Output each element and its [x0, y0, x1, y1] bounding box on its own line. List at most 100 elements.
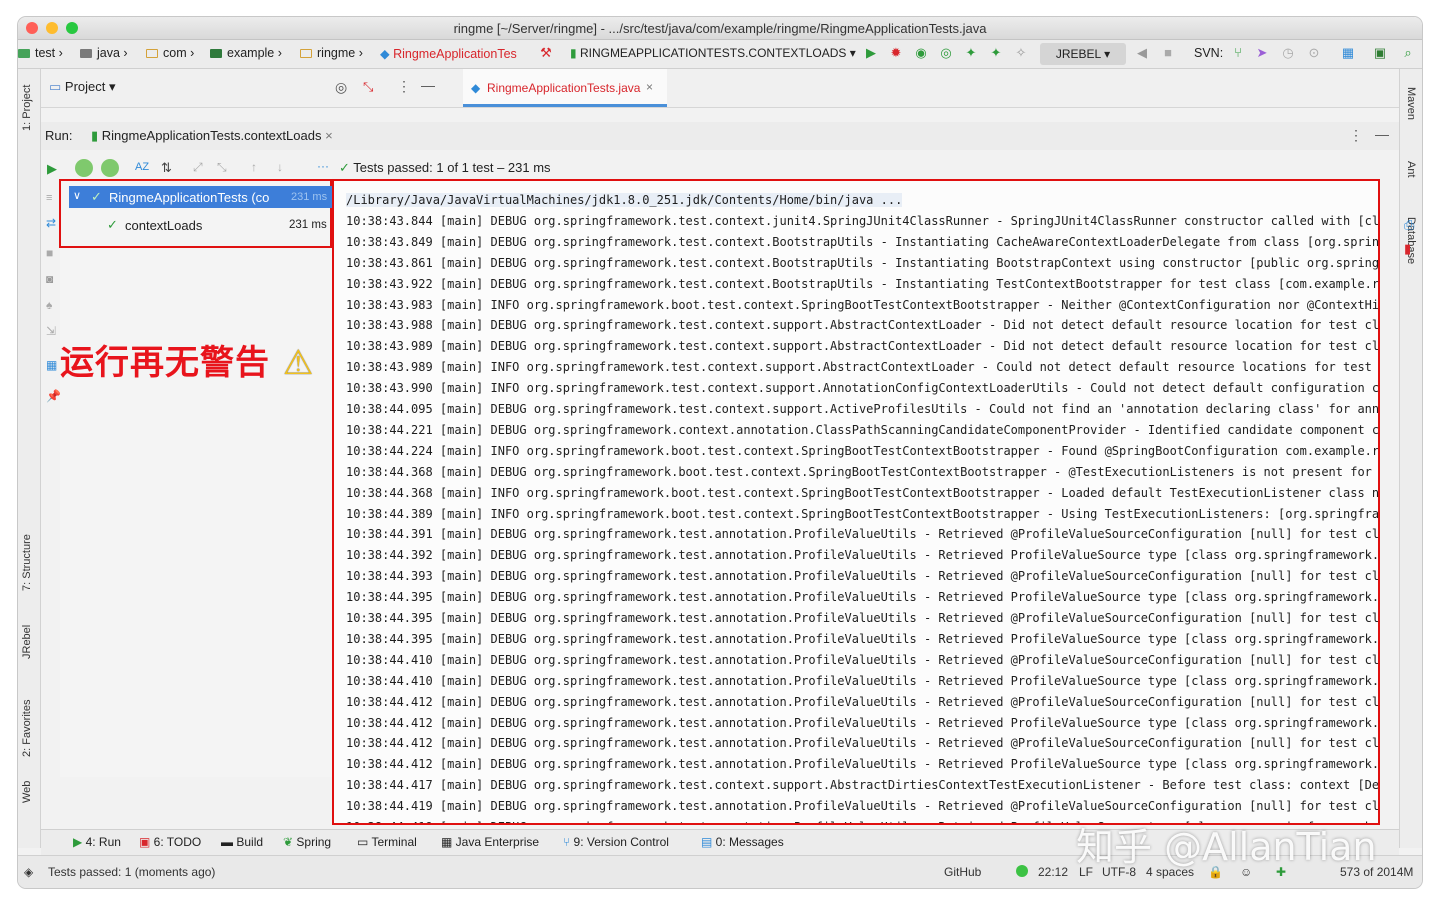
search-icon[interactable]: ⌕ — [1400, 45, 1416, 61]
tab-build[interactable]: ▬ Build — [221, 835, 263, 849]
run-configuration-selector[interactable]: ▮ RINGMEAPPLICATIONTESTS.CONTEXTLOADS ▾ — [570, 46, 856, 60]
structure-tool-tab[interactable]: 7: Structure — [21, 534, 33, 591]
sort-alpha-icon[interactable]: AZ — [135, 161, 149, 173]
expand-all-icon[interactable]: ⤢ — [193, 160, 203, 175]
tab-label: Java Enterprise — [455, 835, 540, 849]
run-hide-icon[interactable]: — — [1375, 126, 1389, 142]
attach-icon[interactable]: ✧ — [1013, 45, 1029, 61]
console-output[interactable]: /Library/Java/JavaVirtualMachines/jdk1.8… — [332, 179, 1380, 825]
terminal-icon[interactable]: ▣ — [1372, 45, 1388, 61]
close-run-tab-icon[interactable]: × — [325, 128, 333, 143]
toggle-auto-test-icon[interactable]: ≡ — [46, 192, 52, 204]
more-options-icon[interactable]: ⋮ — [397, 78, 411, 95]
jrebel-dropdown[interactable]: JREBEL ▾ — [1040, 43, 1126, 65]
sort-duration-icon[interactable]: ⇅ — [161, 160, 172, 176]
vcs-commit-icon[interactable]: ➤ — [1254, 45, 1270, 61]
breadcrumb-java[interactable]: java › — [80, 46, 128, 60]
status-message: Tests passed: 1 (moments ago) — [48, 865, 216, 879]
show-passed-icon[interactable] — [75, 159, 93, 177]
console-log-line: 10:38:43.922 [main] DEBUG org.springfram… — [346, 276, 1380, 291]
run-more-options-icon[interactable]: ⋮ — [1349, 127, 1363, 144]
console-log-line: 10:38:43.844 [main] DEBUG org.springfram… — [346, 213, 1380, 228]
project-structure-icon[interactable]: ▦ — [1340, 45, 1356, 61]
check-icon: ✓ — [339, 160, 354, 175]
package-icon — [210, 49, 222, 58]
revert-icon[interactable]: ⊙ — [1306, 45, 1322, 61]
console-log-line: 10:38:44.389 [main] INFO org.springframe… — [346, 506, 1380, 521]
breadcrumb-example[interactable]: example › — [210, 46, 282, 60]
breadcrumb-test[interactable]: test › — [18, 46, 63, 60]
more-icon[interactable]: ··· — [317, 159, 329, 173]
project-panel-header[interactable]: ▭ Project ▾ — [49, 79, 116, 95]
breadcrumb-ringme[interactable]: ringme › — [300, 46, 363, 60]
print-icon[interactable]: ⎙ — [1404, 217, 1414, 233]
collapse-icon[interactable]: ⤡ — [363, 79, 373, 95]
annotation-text: 运行再无警告 ⚠ — [60, 335, 314, 384]
tab-label: 6: TODO — [153, 835, 202, 849]
ant-tool-tab[interactable]: Ant — [1405, 161, 1417, 178]
project-tool-tab[interactable]: 1: Project — [21, 85, 33, 131]
tab-java-enterprise[interactable]: ▦ Java Enterprise — [441, 835, 539, 849]
show-ignored-icon[interactable] — [101, 159, 119, 177]
export-icon[interactable]: ⇲ — [46, 324, 56, 338]
github-button[interactable]: GitHub — [944, 865, 981, 879]
jrebel-debug-icon[interactable]: ✦ — [988, 45, 1004, 61]
run-config-tab[interactable]: ▮ RingmeApplicationTests.contextLoads × — [91, 128, 333, 144]
tree-row[interactable]: ✓ contextLoads 231 ms — [69, 214, 332, 236]
stop-run-icon[interactable]: ■ — [46, 246, 53, 260]
tab-terminal[interactable]: ▭ Terminal — [357, 835, 417, 849]
debug-icon[interactable]: ✹ — [888, 45, 904, 61]
tab-spring[interactable]: ❦ Spring — [283, 835, 331, 849]
history-icon[interactable]: ◷ — [1280, 45, 1296, 61]
build-icon: ▬ — [221, 835, 237, 849]
caret-position[interactable]: 22:12 — [1038, 865, 1068, 879]
chevron-down-icon[interactable]: ∨ — [73, 189, 81, 202]
breadcrumb-com[interactable]: com › — [146, 46, 194, 60]
breadcrumb-file[interactable]: ◆ RingmeApplicationTes — [380, 46, 517, 61]
jrebel-run-icon[interactable]: ✦ — [963, 45, 979, 61]
folder-icon — [80, 49, 92, 58]
folder-icon — [18, 49, 30, 58]
project-and-editor-tabs: ▭ Project ▾ ◎ ⤡ ⋮ — ◆ RingmeApplicationT… — [41, 69, 1399, 108]
next-failure-icon[interactable]: ↓ — [277, 160, 283, 174]
tab-messages[interactable]: ▤ 0: Messages — [701, 835, 784, 849]
close-tab-icon[interactable]: × — [646, 80, 653, 94]
previous-failure-icon[interactable]: ↑ — [251, 160, 257, 174]
restore-icon[interactable]: ♠ — [46, 298, 52, 312]
collapse-all-icon[interactable]: ⤡ — [217, 160, 227, 175]
editor-tab-ringmeapplicationtests[interactable]: ◆ RingmeApplicationTests.java × — [463, 69, 667, 107]
tab-run[interactable]: ▶ 4: Run — [73, 835, 121, 849]
rerun-failed-icon[interactable]: ⇄ — [46, 216, 56, 230]
profile-icon[interactable]: ◎ — [938, 45, 954, 61]
jrebel-tool-tab[interactable]: JRebel — [21, 625, 33, 659]
tree-row-selected[interactable]: ∨ ✓ RingmeApplicationTests (co 231 ms — [69, 186, 332, 208]
tab-version-control[interactable]: ⑂ 9: Version Control — [563, 835, 669, 849]
vcs-update-icon[interactable]: ⑂ — [1230, 45, 1246, 61]
hammer-icon[interactable]: ⚒ — [538, 45, 554, 61]
hide-panel-icon[interactable]: — — [421, 77, 435, 93]
console-log-line: 10:38:44.412 [main] DEBUG org.springfram… — [346, 694, 1380, 709]
run-icon[interactable]: ▶ — [863, 45, 879, 61]
pin-icon[interactable]: 📌 — [46, 389, 61, 403]
locate-icon[interactable]: ◎ — [335, 79, 347, 96]
run-config-label: RINGMEAPPLICATIONTESTS.CONTEXTLOADS — [579, 46, 847, 60]
breadcrumb-label: ringme — [317, 46, 356, 60]
status-toggle-icon[interactable]: ◈ — [24, 865, 33, 879]
vcs-icon: ⑂ — [563, 835, 574, 849]
console-command-line: /Library/Java/JavaVirtualMachines/jdk1.8… — [346, 193, 903, 207]
web-tool-tab[interactable]: Web — [21, 781, 33, 803]
layout-icon[interactable]: ▦ — [46, 358, 57, 372]
console-log-line: 10:38:44.395 [main] DEBUG org.springfram… — [346, 611, 1380, 625]
favorites-tool-tab[interactable]: 2: Favorites — [21, 700, 33, 757]
rerun-icon[interactable]: ▶ — [47, 161, 57, 177]
todo-icon: ▣ — [139, 835, 154, 849]
rebel-sync-icon[interactable]: ◀ — [1134, 45, 1150, 61]
stop-icon[interactable]: ■ — [1160, 45, 1176, 61]
camera-icon[interactable]: ◙ — [46, 272, 53, 286]
trash-icon[interactable]: ▮ — [1404, 241, 1411, 257]
coverage-icon[interactable]: ◉ — [913, 45, 929, 61]
maven-tool-tab[interactable]: Maven — [1405, 87, 1417, 120]
console-log-line: 10:38:43.989 [main] INFO org.springframe… — [346, 360, 1380, 375]
test-class-name: RingmeApplicationTests (co — [109, 190, 270, 205]
tab-todo[interactable]: ▣ 6: TODO — [139, 835, 201, 849]
